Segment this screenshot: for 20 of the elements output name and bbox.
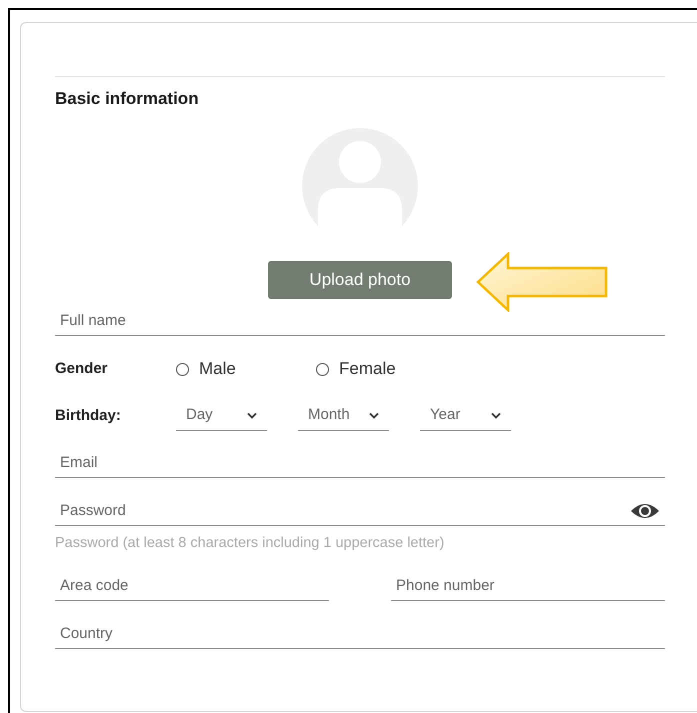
select-field[interactable]: Year <box>420 401 511 431</box>
phone-number-field[interactable]: Phone number <box>391 571 660 600</box>
section-title: Basic information <box>55 89 200 109</box>
full-name-field[interactable]: Full name <box>55 306 660 335</box>
password-hint: Password (at least 8 characters including 1 uppercase letter) <box>55 534 446 552</box>
country-field[interactable]: Country <box>55 619 660 648</box>
area-code-field[interactable]: Area code <box>55 571 324 600</box>
select-field[interactable]: Day <box>176 401 267 431</box>
gender-radio[interactable]: Male <box>176 356 316 382</box>
birthday-label: Birthday: <box>55 406 122 426</box>
gender-label: Gender <box>55 358 109 379</box>
chevron-down-icon <box>247 412 257 419</box>
chevron-down-icon <box>369 412 379 419</box>
email-field[interactable]: Email <box>55 448 660 477</box>
gender-radio[interactable]: Female <box>316 356 456 382</box>
arrow-left-icon <box>476 252 608 312</box>
password-field[interactable]: Password <box>55 496 630 525</box>
chevron-down-icon <box>491 412 501 419</box>
upload-photo-button[interactable]: Upload photo <box>268 261 452 299</box>
select-field[interactable]: Month <box>298 401 389 431</box>
